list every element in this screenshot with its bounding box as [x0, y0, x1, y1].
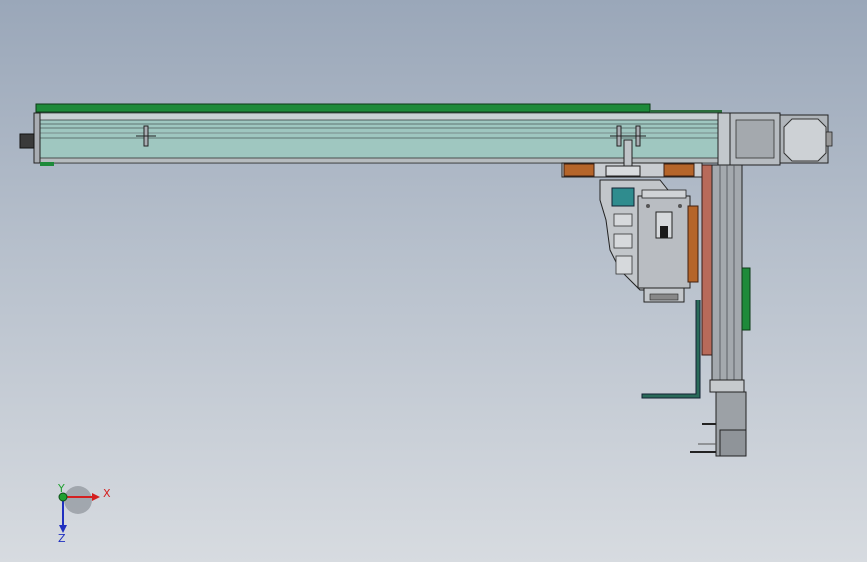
column-red-strip: [701, 164, 713, 356]
actuator-foot-detail: [649, 293, 679, 301]
triad-z-label: Z: [58, 532, 66, 545]
right-end-plate: [717, 112, 731, 166]
top-belt-strip: [35, 103, 651, 113]
rail-bottom-edge: [37, 157, 723, 164]
triad-x-arrow: [92, 493, 100, 501]
support-bracket-line: [641, 300, 701, 399]
column-lower-cap: [719, 429, 747, 457]
carriage-stem: [623, 139, 633, 167]
left-foot-tab: [40, 162, 54, 166]
servo-motor-face: [783, 118, 827, 162]
actuator-top-cap: [641, 189, 687, 199]
actuator-body: [637, 195, 691, 289]
rail-top-lip: [37, 112, 723, 121]
horizontal-linear-module: [19, 103, 833, 166]
carriage-bracket-left: [563, 163, 595, 177]
column-green-tab: [741, 267, 751, 331]
vertical-actuator: [637, 189, 699, 303]
actuator-screw-1: [646, 204, 650, 208]
gripper-slot-1: [613, 213, 633, 227]
column-base-block: [709, 379, 745, 393]
triad-y-label: Y: [57, 482, 65, 495]
gripper-slot-2: [613, 233, 633, 249]
carriage-center-block: [605, 165, 641, 177]
motor-flange-inner: [735, 119, 775, 159]
actuator-key: [660, 226, 668, 238]
triad-x-label: X: [103, 487, 111, 500]
coordinate-triad: X Y Z: [57, 482, 111, 545]
left-end-cap: [33, 112, 41, 164]
gripper-slot-3: [615, 255, 633, 275]
actuator-side-orange: [687, 205, 699, 283]
cad-viewport[interactable]: X Y Z: [0, 0, 867, 562]
motor-shaft-cap: [825, 131, 833, 147]
actuator-screw-2: [678, 204, 682, 208]
gripper-teal-block: [611, 187, 635, 207]
support-bracket: [641, 300, 701, 399]
triad-shadow: [64, 486, 92, 514]
left-connector: [19, 133, 35, 149]
carriage-bracket-right: [663, 163, 695, 177]
